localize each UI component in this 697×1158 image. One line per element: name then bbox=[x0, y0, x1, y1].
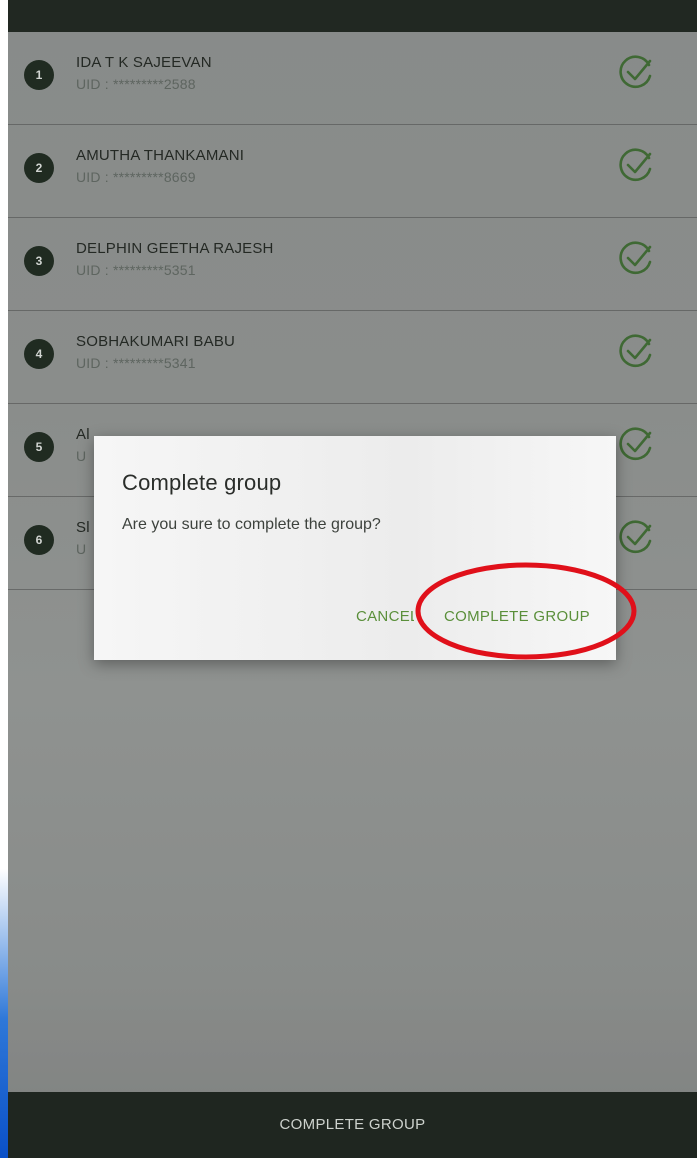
confirm-dialog: Complete group Are you sure to complete … bbox=[94, 436, 616, 660]
screenshot-page: 1 IDA T K SAJEEVAN UID : *********2588 2… bbox=[0, 0, 697, 1158]
dialog-message: Are you sure to complete the group? bbox=[122, 516, 381, 533]
cancel-button[interactable]: CANCEL bbox=[356, 608, 414, 632]
dialog-title: Complete group bbox=[122, 470, 282, 495]
complete-group-button[interactable]: COMPLETE GROUP bbox=[444, 608, 590, 632]
bottom-complete-group-button[interactable]: COMPLETE GROUP bbox=[8, 1092, 697, 1158]
bottom-action-bar: COMPLETE GROUP bbox=[8, 1092, 697, 1158]
app-screen: 1 IDA T K SAJEEVAN UID : *********2588 2… bbox=[8, 0, 697, 1158]
dialog-actions: CANCEL COMPLETE GROUP bbox=[94, 606, 616, 636]
